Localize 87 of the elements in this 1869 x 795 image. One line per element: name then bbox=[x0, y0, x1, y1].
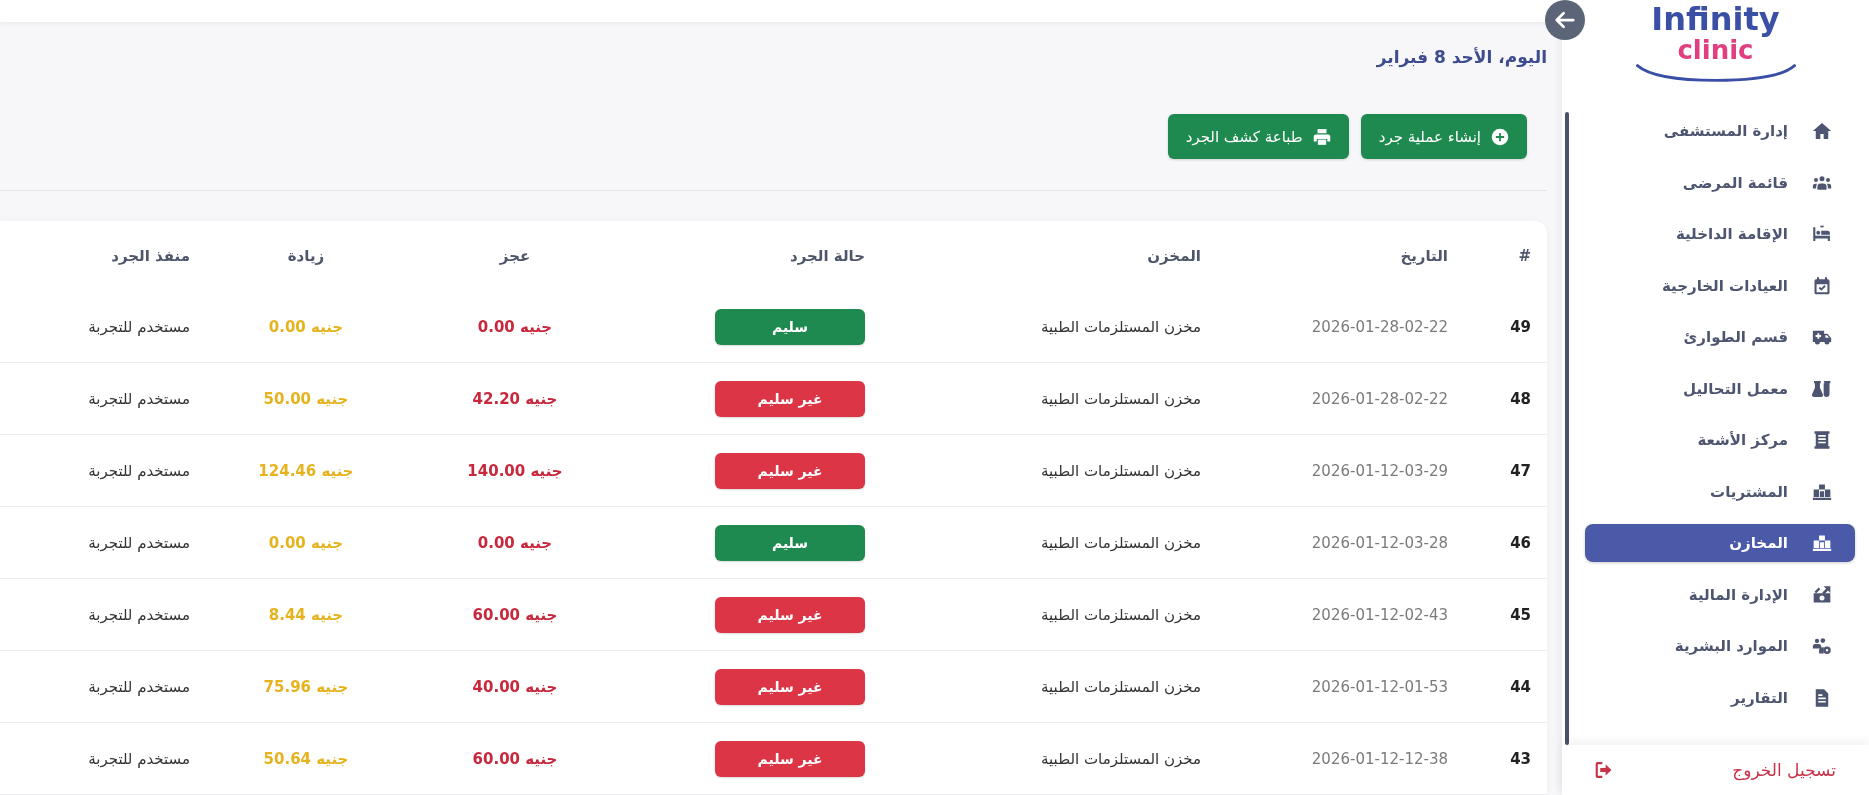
table-cell-text: 60.00 جنيه bbox=[471, 605, 559, 624]
scrollbar-thumb[interactable] bbox=[1565, 112, 1569, 745]
table-cell-text: 47 bbox=[1509, 461, 1532, 480]
logo-text: Infinity bbox=[1651, 2, 1780, 36]
table-cell-text: 0.00 جنيه bbox=[476, 317, 554, 336]
table-cell-text: مخزن المستلزمات الطبية bbox=[1040, 749, 1202, 768]
table-cell-text: 40.00 جنيه bbox=[471, 677, 559, 696]
table-cell-text: 0.00 جنيه bbox=[267, 317, 345, 336]
calendar-check-icon bbox=[1812, 275, 1832, 296]
logo-tagline: clinic bbox=[1677, 36, 1754, 64]
table-cell-text: 75.96 جنيه bbox=[262, 677, 350, 696]
sidebar-item[interactable]: العيادات الخارجية bbox=[1585, 266, 1855, 305]
status-badge: غير سليم bbox=[715, 380, 865, 417]
table-cell-text: مستخدم للتجربة bbox=[87, 389, 191, 408]
table-cell-text: 124.46 جنيه bbox=[257, 461, 355, 480]
table-cell-text: 42.20 جنيه bbox=[471, 389, 559, 408]
logout-icon bbox=[1594, 760, 1614, 780]
home-icon bbox=[1812, 121, 1832, 141]
status-badge: غير سليم bbox=[715, 668, 865, 705]
create-inventory-button[interactable]: إنشاء عملية جرد bbox=[1360, 114, 1527, 159]
table-cell-text: 50.64 جنيه bbox=[262, 749, 350, 768]
table-cell-text: 8.44 جنيه bbox=[267, 605, 345, 624]
xray-icon bbox=[1812, 430, 1832, 450]
table-cell-text: 49 bbox=[1509, 317, 1532, 336]
sidebar-item[interactable]: المخازن bbox=[1585, 524, 1855, 562]
boxes-icon bbox=[1812, 533, 1832, 553]
column-header: التاريخ bbox=[1399, 247, 1449, 265]
status-badge: سليم bbox=[715, 524, 865, 561]
sidebar-item[interactable]: الإقامة الداخلية bbox=[1585, 215, 1855, 253]
sidebar-item[interactable]: إدارة المستشفى bbox=[1585, 112, 1855, 150]
arrow-left-icon bbox=[1554, 9, 1576, 31]
table-cell-text: مستخدم للتجربة bbox=[87, 317, 191, 336]
date-heading: اليوم، الأحد 8 فبراير bbox=[1375, 46, 1547, 69]
column-header: المخزن bbox=[1146, 247, 1202, 265]
table-cell-text: 45 bbox=[1509, 605, 1532, 624]
table-cell-text: مخزن المستلزمات الطبية bbox=[1040, 533, 1202, 552]
sidebar-item[interactable]: المشتريات bbox=[1585, 472, 1855, 511]
table-cell-text: 2026-01-12-03-28 bbox=[1310, 533, 1449, 552]
status-badge: غير سليم bbox=[715, 452, 865, 489]
table-cell-text: 43 bbox=[1509, 749, 1532, 768]
table-cell-text: 2026-01-12-02-43 bbox=[1310, 605, 1449, 624]
table-cell-text: 2026-01-12-12-38 bbox=[1310, 749, 1449, 768]
column-header: # bbox=[1517, 247, 1532, 265]
table-cell-text: 140.00 جنيه bbox=[466, 461, 564, 480]
status-badge: سليم bbox=[715, 308, 865, 345]
printer-icon bbox=[1312, 127, 1331, 146]
table-cell-text: 60.00 جنيه bbox=[471, 749, 559, 768]
status-badge: غير سليم bbox=[715, 596, 865, 633]
users-gear-icon bbox=[1812, 636, 1832, 656]
table-cell-text: مستخدم للتجربة bbox=[87, 605, 191, 624]
table-cell-text: 2026-01-28-02-22 bbox=[1310, 317, 1449, 336]
table-cell-text: 48 bbox=[1509, 389, 1532, 408]
column-header: حالة الجرد bbox=[789, 247, 866, 265]
logout-link[interactable]: تسجيل الخروج bbox=[1732, 760, 1836, 780]
table-cell-text: 2026-01-12-01-53 bbox=[1310, 677, 1449, 696]
column-header: زيادة bbox=[286, 247, 326, 265]
sidebar-item[interactable]: قائمة المرضى bbox=[1585, 163, 1855, 202]
table-cell-text: 46 bbox=[1509, 533, 1532, 552]
table-cell-text: مخزن المستلزمات الطبية bbox=[1040, 461, 1202, 480]
table-cell-text: 2026-01-28-02-22 bbox=[1310, 389, 1449, 408]
sidebar-item[interactable]: الإدارة المالية bbox=[1585, 575, 1855, 614]
table-cell-text: مخزن المستلزمات الطبية bbox=[1040, 389, 1202, 408]
column-header: عجز bbox=[498, 247, 532, 265]
table-cell-text: 2026-01-12-03-29 bbox=[1310, 461, 1449, 480]
money-icon bbox=[1812, 584, 1832, 605]
sidebar-item[interactable]: معمل التحاليل bbox=[1585, 369, 1855, 408]
status-badge: غير سليم bbox=[715, 740, 865, 777]
sidebar-item[interactable]: التقارير bbox=[1585, 678, 1855, 717]
print-report-button[interactable]: طباعة كشف الجرد bbox=[1167, 114, 1349, 159]
table-cell-text: 50.00 جنيه bbox=[262, 389, 350, 408]
plus-circle-icon bbox=[1491, 127, 1509, 146]
sidebar-item[interactable]: مركز الأشعة bbox=[1585, 421, 1855, 459]
table-cell-text: مستخدم للتجربة bbox=[87, 533, 191, 552]
table-cell-text: مخزن المستلزمات الطبية bbox=[1040, 605, 1202, 624]
sidebar-item[interactable]: قسم الطوارئ bbox=[1585, 318, 1855, 356]
table-cell-text: 0.00 جنيه bbox=[267, 533, 345, 552]
column-header: منفذ الجرد bbox=[110, 247, 191, 265]
table-cell-text: مستخدم للتجربة bbox=[87, 749, 191, 768]
table-cell-text: مخزن المستلزمات الطبية bbox=[1040, 677, 1202, 696]
sidebar-item[interactable]: الموارد البشرية bbox=[1585, 627, 1855, 665]
bed-icon bbox=[1812, 224, 1832, 244]
flask-icon bbox=[1812, 378, 1832, 399]
table-cell-text: 44 bbox=[1509, 677, 1532, 696]
table-cell-text: 0.00 جنيه bbox=[476, 533, 554, 552]
table-cell-text: مخزن المستلزمات الطبية bbox=[1040, 317, 1202, 336]
table-cell-text: مستخدم للتجربة bbox=[87, 677, 191, 696]
table-cell-text: مستخدم للتجربة bbox=[87, 461, 191, 480]
